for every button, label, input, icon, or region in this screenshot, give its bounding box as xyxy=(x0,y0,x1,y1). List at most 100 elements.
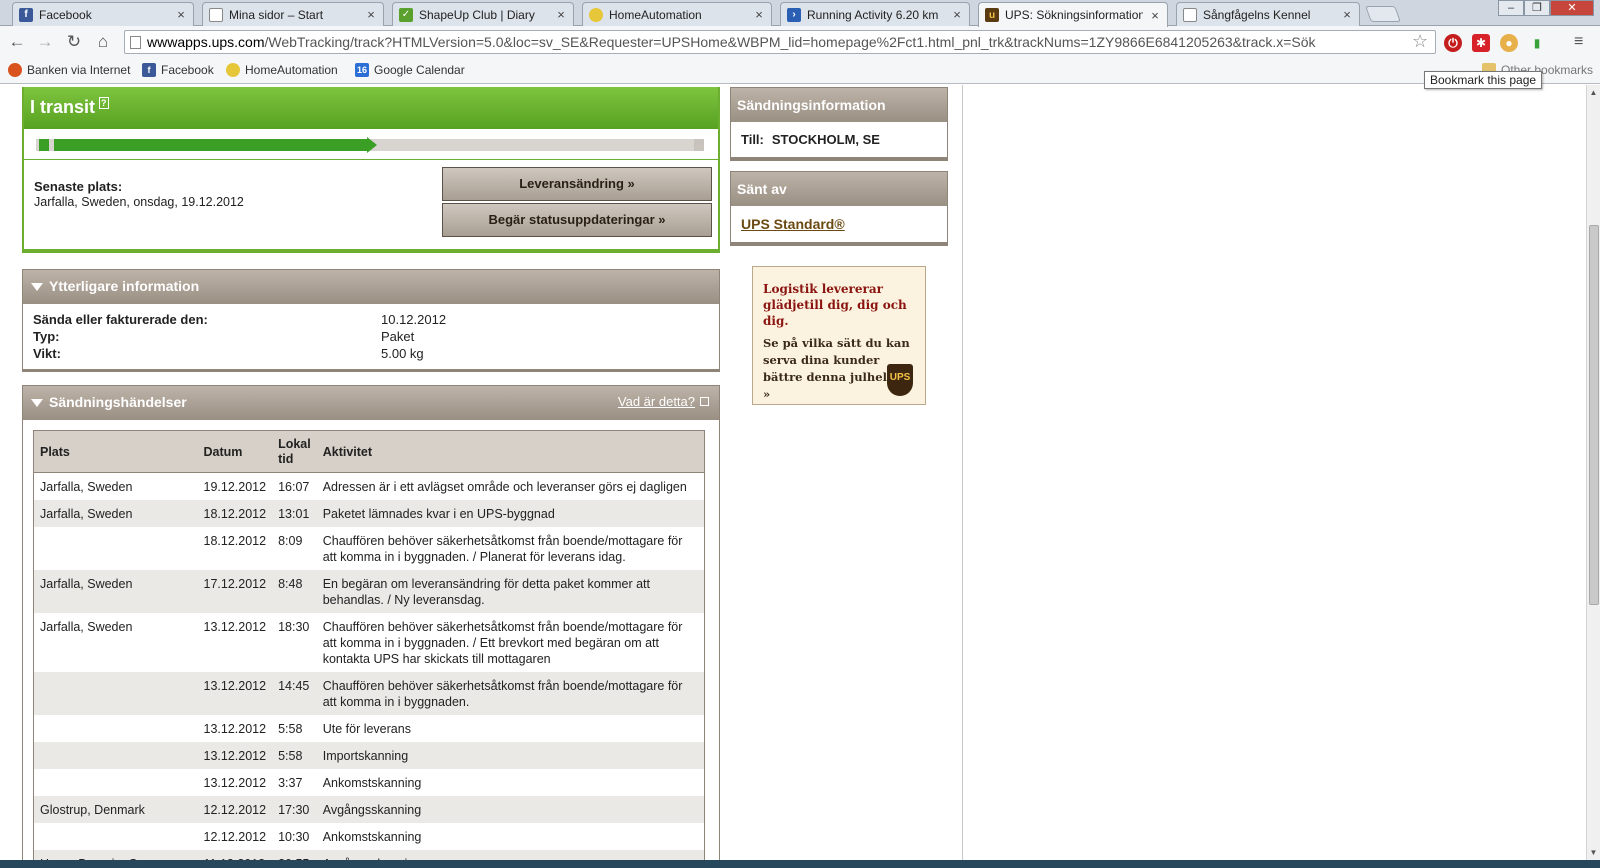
tab-homeautomation[interactable]: HomeAutomation × xyxy=(582,2,772,26)
browser-toolbar: ← → ↻ ⌂ wwwapps.ups.com/WebTracking/trac… xyxy=(0,26,1600,58)
url-host: wwwapps.ups.com xyxy=(147,34,265,50)
close-icon[interactable]: × xyxy=(365,7,377,22)
to-value: STOCKHOLM, SE xyxy=(771,132,880,147)
bookmark-google-calendar[interactable]: 16 Google Calendar xyxy=(355,63,465,77)
bookmark-star-icon[interactable]: ☆ xyxy=(1412,31,1428,52)
tab-label: Running Activity 6.20 km xyxy=(807,7,939,22)
tab-shapeup[interactable]: ✓ ShapeUp Club | Diary × xyxy=(392,2,574,26)
table-header-row: Plats Datum Lokal tid Aktivitet xyxy=(33,430,705,473)
shipment-destination: Till: STOCKHOLM, SE xyxy=(731,122,947,157)
cell-date: 17.12.2012 xyxy=(197,570,273,613)
tab-strip: f Facebook × Mina sidor – Start × ✓ Shap… xyxy=(0,0,1600,27)
cell-time: 16:07 xyxy=(278,480,310,494)
info-value: 10.12.2012 xyxy=(381,312,447,327)
tab-facebook[interactable]: f Facebook × xyxy=(12,2,194,26)
events-body: Jarfalla, Sweden 19.12.2012 16:07 Adressen … xyxy=(33,473,705,860)
lastpass-extension-icon[interactable]: ✱ xyxy=(1472,34,1490,52)
tab-running-activity[interactable]: › Running Activity 6.20 km × xyxy=(780,2,970,26)
info-value: 5.00 kg xyxy=(381,346,424,361)
close-window-button[interactable]: ✕ xyxy=(1550,0,1594,16)
bookmark-homeautomation[interactable]: HomeAutomation xyxy=(226,63,338,77)
page-icon xyxy=(1183,7,1197,22)
new-tab-button[interactable] xyxy=(1365,6,1401,22)
what-is-this-link[interactable]: Vad är detta? xyxy=(618,394,695,409)
cell-time: 5:58 xyxy=(272,742,317,769)
events-header[interactable]: Sändningshändelser Vad är detta? xyxy=(23,386,719,420)
shipment-info-header: Sändningsinformation xyxy=(731,88,947,122)
shapeup-icon: ✓ xyxy=(399,7,413,22)
scroll-up-icon[interactable]: ▲ xyxy=(1589,88,1598,97)
close-icon[interactable]: × xyxy=(951,7,963,22)
reload-icon[interactable]: ↻ xyxy=(63,31,85,53)
address-bar[interactable]: wwwapps.ups.com/WebTracking/track?HTMLVe… xyxy=(124,30,1436,54)
page-scrollbar[interactable]: ▲ ▼ xyxy=(1586,85,1600,860)
table-row: 13.12.2012 14:45 Chauffören behöver säkerh… xyxy=(33,672,705,715)
close-icon[interactable]: × xyxy=(1341,7,1353,22)
cell-activity: Ute för leverans xyxy=(322,722,411,736)
cell-date: 13.12.2012 xyxy=(197,742,273,769)
cell-date: 12.12.2012 xyxy=(197,796,273,823)
delivery-change-button[interactable]: Leveransändring » xyxy=(442,167,712,201)
info-label: Sända eller fakturerade den: xyxy=(33,312,208,327)
cell-time: 14:45 xyxy=(272,672,317,715)
scrollbar-thumb[interactable] xyxy=(1589,225,1599,605)
panel-title: Ytterligare information xyxy=(49,278,200,294)
cell-time: 10:30 xyxy=(278,830,310,844)
calendar-icon: 16 xyxy=(355,63,369,77)
progress-fill xyxy=(54,139,367,151)
column-divider xyxy=(962,85,963,860)
cell-place: Jarfalla, Sweden xyxy=(33,570,198,613)
tab-mina-sidor[interactable]: Mina sidor – Start × xyxy=(202,2,384,26)
bank-icon xyxy=(8,63,22,77)
cell-place xyxy=(34,527,198,570)
cell-time: 8:09 xyxy=(278,534,303,548)
sent-by-box: Sänt av UPS Standard® xyxy=(730,171,948,246)
bookmarks-bar: Banken via Internet f Facebook HomeAutom… xyxy=(0,58,1600,84)
page-icon xyxy=(130,36,141,49)
help-icon[interactable]: ? xyxy=(99,97,109,109)
sent-by-body: UPS Standard® xyxy=(731,206,947,242)
scroll-down-icon[interactable]: ▼ xyxy=(1589,848,1598,857)
to-label: Till: xyxy=(741,132,764,147)
cell-place: Herne-Boernig, Germany xyxy=(33,850,198,860)
bookmark-facebook[interactable]: f Facebook xyxy=(142,63,214,77)
table-row: Jarfalla, Sweden 18.12.2012 13:01 Paketet l… xyxy=(33,500,705,527)
cell-time: 8:48 xyxy=(272,570,317,613)
tab-ups[interactable]: u UPS: Sökningsinformation × xyxy=(978,2,1168,27)
close-icon[interactable]: × xyxy=(1149,8,1161,23)
cell-activity: Ankomstskanning xyxy=(322,830,422,844)
runner-icon: › xyxy=(787,7,801,22)
shipment-info-box: Sändningsinformation Till: STOCKHOLM, SE xyxy=(730,87,948,161)
additional-info-header[interactable]: Ytterligare information xyxy=(23,270,719,304)
signal-extension-icon[interactable]: ▮ xyxy=(1528,34,1546,52)
collapse-triangle-icon xyxy=(31,399,43,407)
service-link[interactable]: UPS Standard® xyxy=(741,216,845,232)
home-icon[interactable]: ⌂ xyxy=(92,31,114,53)
lightbulb-icon xyxy=(226,63,240,77)
back-icon[interactable]: ← xyxy=(6,31,28,53)
tab-sangfagelns-kennel[interactable]: Sångfågelns Kennel × xyxy=(1176,2,1360,26)
status-updates-button[interactable]: Begär statusuppdateringar » xyxy=(442,203,712,237)
forward-icon[interactable]: → xyxy=(34,31,56,53)
cookie-extension-icon[interactable]: ● xyxy=(1500,34,1518,52)
latest-location-label: Senaste plats: xyxy=(34,179,123,194)
divider xyxy=(24,159,718,160)
bookmark-banken[interactable]: Banken via Internet xyxy=(8,63,130,77)
column-header: Datum xyxy=(197,430,273,473)
cell-date: 13.12.2012 xyxy=(203,620,267,634)
cell-time: 5:58 xyxy=(278,722,303,736)
menu-icon[interactable]: ≡ xyxy=(1574,33,1583,51)
table-row: Jarfalla, Sweden 13.12.2012 18:30 Chaufföre… xyxy=(34,613,705,672)
minimize-button[interactable]: – xyxy=(1498,0,1524,16)
power-extension-icon[interactable]: ⏻ xyxy=(1444,34,1462,52)
close-icon[interactable]: × xyxy=(753,7,765,22)
close-icon[interactable]: × xyxy=(555,7,567,22)
progress-arrow xyxy=(367,137,377,153)
close-icon[interactable]: × xyxy=(175,7,187,22)
cell-date: 19.12.2012 xyxy=(203,480,267,494)
restore-button[interactable]: ❐ xyxy=(1524,0,1550,16)
cell-date: 18.12.2012 xyxy=(197,500,273,527)
ups-ad-banner[interactable]: Logistik levererar glädjetill dig, dig o… xyxy=(752,266,926,405)
cell-date: 11.12.2012 xyxy=(197,850,273,860)
sent-by-header: Sänt av xyxy=(731,172,947,206)
